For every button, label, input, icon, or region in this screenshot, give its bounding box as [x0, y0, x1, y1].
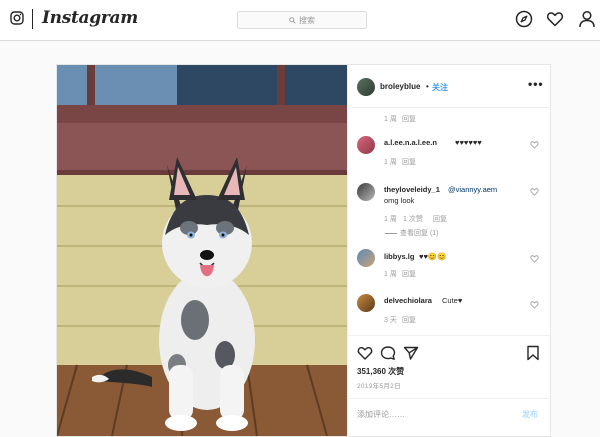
search-placeholder: 搜索	[299, 15, 315, 25]
like-comment-heart-icon[interactable]	[530, 300, 539, 309]
bookmark-save-icon[interactable]	[525, 345, 541, 361]
commenter-avatar[interactable]	[357, 183, 375, 201]
comment-time: 1 周	[384, 271, 397, 278]
commenter-avatar[interactable]	[357, 294, 375, 312]
comment-text: Cute♥	[442, 296, 463, 305]
like-comment-heart-icon[interactable]	[530, 254, 539, 263]
post-actions: 351,360 次赞 2019年5月2日 添加评论…… 发布	[348, 335, 551, 437]
comment-username[interactable]: libbys.lg	[384, 252, 414, 261]
top-navigation-bar: Instagram 搜索	[0, 0, 600, 41]
like-comment-heart-icon[interactable]	[530, 140, 539, 149]
replies-line	[385, 232, 397, 234]
comment-text: ♥♥😊😊	[419, 252, 447, 261]
comment-time: 1 周	[384, 216, 397, 223]
comment-likes[interactable]: 1 次赞	[403, 214, 423, 224]
compass-explore-icon[interactable]	[515, 10, 533, 28]
comment-username[interactable]: a.l.ee.n.a.l.ee.n	[384, 138, 437, 147]
comment-username[interactable]: theyloveleidy_1	[384, 185, 440, 194]
like-heart-icon[interactable]	[357, 345, 373, 361]
comment-time: 3 天	[384, 317, 397, 324]
reply-link[interactable]: 回复	[402, 114, 416, 124]
like-count[interactable]: 351,360 次赞	[357, 366, 404, 377]
share-plane-icon[interactable]	[403, 345, 419, 361]
follow-button[interactable]: 关注	[432, 82, 448, 93]
instagram-camera-icon[interactable]	[10, 11, 24, 25]
add-comment-input[interactable]: 添加评论……	[357, 409, 405, 420]
reply-link[interactable]: 回复	[402, 269, 416, 279]
comment-text: ♥♥♥♥♥♥	[455, 138, 482, 147]
view-replies-label: 查看回复 (1)	[400, 230, 439, 237]
post-header: broleyblue • 关注 •••	[348, 65, 551, 108]
comment-bubble-icon[interactable]	[380, 345, 396, 361]
post-photo[interactable]	[57, 65, 347, 436]
reply-link[interactable]: 回复	[402, 157, 416, 167]
logo-divider	[32, 9, 33, 29]
author-avatar[interactable]	[357, 78, 375, 96]
reply-link[interactable]: 回复	[402, 315, 416, 325]
add-comment-bar: 添加评论…… 发布	[348, 398, 551, 429]
comments-list[interactable]: 1 周 回复 a.l.ee.n.a.l.ee.n ♥♥♥♥♥♥ 1 周 回复 t…	[348, 107, 551, 335]
search-input[interactable]: 搜索	[237, 11, 367, 29]
comment-mention[interactable]: @viannyy.aem	[448, 185, 497, 194]
comment-text: omg look	[384, 196, 415, 205]
header-separator: •	[426, 82, 429, 91]
comment-time: 1 周	[384, 159, 397, 166]
post-card: broleyblue • 关注 ••• 1 周 回复 a.l.ee.n.a.l.…	[56, 64, 551, 437]
comment-time: 1 周	[384, 116, 397, 123]
instagram-wordmark[interactable]: Instagram	[42, 8, 138, 28]
heart-activity-icon[interactable]	[546, 10, 564, 28]
search-icon	[289, 16, 296, 24]
view-replies-link[interactable]: 查看回复 (1)	[385, 228, 439, 238]
more-options-button[interactable]: •••	[528, 77, 544, 91]
reply-link[interactable]: 回复	[433, 214, 447, 224]
like-comment-heart-icon[interactable]	[530, 187, 539, 196]
post-comment-button[interactable]: 发布	[522, 409, 538, 420]
author-username[interactable]: broleyblue	[380, 82, 420, 91]
comment-username[interactable]: delvechiolara	[384, 296, 432, 305]
post-sidebar: broleyblue • 关注 ••• 1 周 回复 a.l.ee.n.a.l.…	[347, 65, 551, 436]
husky-puppy-image	[57, 65, 347, 436]
user-profile-icon[interactable]	[578, 10, 596, 28]
post-date: 2019年5月2日	[357, 383, 401, 390]
commenter-avatar[interactable]	[357, 249, 375, 267]
commenter-avatar[interactable]	[357, 136, 375, 154]
